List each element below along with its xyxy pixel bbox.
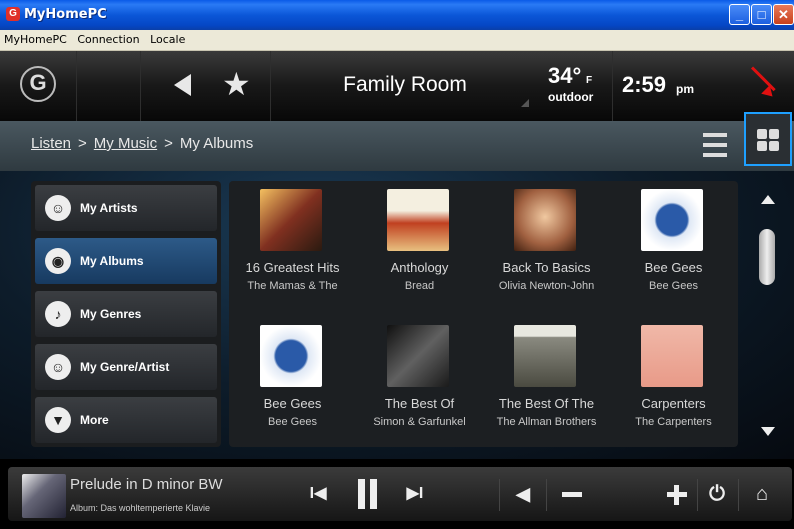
player-controls: Prelude in D minor BW Album: Das wohltem… [8,467,792,521]
list-view-button[interactable] [703,133,727,157]
album-tile[interactable]: Carpenters The Carpenters [610,317,737,447]
home-logo-button[interactable]: G [0,51,77,121]
genres-icon: ♪ [45,301,71,327]
home-logo-icon: G [20,66,56,102]
breadcrumb-my-albums: My Albums [179,135,254,152]
album-tile[interactable]: Bee Gees Bee Gees [229,317,356,447]
genre-artist-icon: ☺ [45,354,71,380]
sidebar-item-my-albums[interactable]: ◉ My Albums [35,238,217,284]
breadcrumb-bar: Listen > My Music > My Albums [0,121,794,171]
volume-up-button[interactable] [662,467,692,521]
now-playing-album: Album: Das wohltemperierte Klavie [70,503,211,513]
top-bar: G ★ Family Room 34° F outdoor 2:59 pm [0,51,794,121]
temperature: 34° [548,63,582,88]
speaker-icon: ◀ [516,484,530,504]
breadcrumb-listen[interactable]: Listen [31,135,71,152]
breadcrumb: Listen > My Music > My Albums [31,135,254,152]
power-icon: ⏻ [709,483,725,505]
menu-bar: MyHomePC Connection Locale [0,30,794,51]
star-icon: ★ [222,66,251,102]
album-cover [514,189,576,251]
window-title-bar: G MyHomePC _ □ ✕ [0,0,794,30]
album-cover [260,189,322,251]
album-grid: 16 Greatest Hits The Mamas & The Antholo… [229,181,738,447]
previous-track-icon: I◀ [309,485,327,502]
clock-ampm: pm [676,82,694,96]
album-tile[interactable]: 16 Greatest Hits The Mamas & The [229,181,356,311]
sidebar-item-my-genre-artist[interactable]: ☺ My Genre/Artist [35,344,217,390]
sidebar-item-my-artists[interactable]: ☺ My Artists [35,185,217,231]
menu-connection[interactable]: Connection [73,30,142,46]
sidebar-item-my-genres[interactable]: ♪ My Genres [35,291,217,337]
album-cover [514,325,576,387]
minus-icon [562,492,582,497]
room-name[interactable]: Family Room [330,73,480,97]
now-playing-art[interactable] [22,474,66,518]
album-cover [387,189,449,251]
close-button[interactable]: ✕ [773,4,794,25]
pause-button[interactable] [350,467,386,521]
home-button[interactable]: ⌂ [747,467,777,521]
volume-down-button[interactable] [556,467,586,521]
app-logo-icon: G [6,7,20,21]
grid-view-button[interactable] [744,112,792,166]
album-disc-icon: ◉ [45,248,71,274]
album-cover [641,325,703,387]
weather-display[interactable]: 34° F outdoor [538,51,613,121]
back-button[interactable] [76,51,191,121]
sidebar-item-more[interactable]: ▼ More [35,397,217,443]
album-cover [260,325,322,387]
album-cover [641,189,703,251]
scroll-thumb[interactable] [759,229,775,285]
album-tile[interactable]: The Best Of Simon & Garfunkel [356,317,483,447]
room-selector-icon [521,99,529,107]
breadcrumb-my-music[interactable]: My Music [94,135,157,152]
album-tile[interactable]: The Best Of The The Allman Brothers [483,317,610,447]
scroll-up-icon[interactable] [761,195,775,204]
album-scrollbar[interactable] [755,181,781,447]
minimize-button[interactable]: _ [729,4,750,25]
next-track-icon: ▶I [406,485,424,502]
previous-track-button[interactable]: I◀ [304,467,332,521]
main-content: ☺ My Artists ◉ My Albums ♪ My Genres ☺ M… [0,171,794,459]
power-button[interactable]: ⏻ [704,467,730,521]
favorites-button[interactable]: ★ [204,51,271,121]
album-tile[interactable]: Back To Basics Olivia Newton-John [483,181,610,311]
artists-icon: ☺ [45,195,71,221]
scroll-down-icon[interactable] [761,427,775,436]
more-chevron-icon: ▼ [45,407,71,433]
library-sidebar: ☺ My Artists ◉ My Albums ♪ My Genres ☺ M… [31,181,221,447]
temperature-unit: F [586,75,593,86]
album-cover [387,325,449,387]
window-title: MyHomePC [24,7,107,22]
menu-myhomepc[interactable]: MyHomePC [0,30,70,46]
temperature-label: outdoor [548,90,594,104]
album-tile[interactable]: Anthology Bread [356,181,483,311]
pause-icon [358,479,365,509]
album-tile[interactable]: Bee Gees Bee Gees [610,181,737,311]
next-track-button[interactable]: ▶I [401,467,429,521]
menu-locale[interactable]: Locale [146,30,188,46]
now-playing-title[interactable]: Prelude in D minor BW [70,476,232,493]
home-icon: ⌂ [755,483,769,505]
clock-time: 2:59 [622,72,667,97]
mute-button[interactable]: ◀ [508,467,538,521]
maximize-button[interactable]: □ [751,4,772,25]
now-playing-bar: Prelude in D minor BW Album: Das wohltem… [0,459,794,529]
